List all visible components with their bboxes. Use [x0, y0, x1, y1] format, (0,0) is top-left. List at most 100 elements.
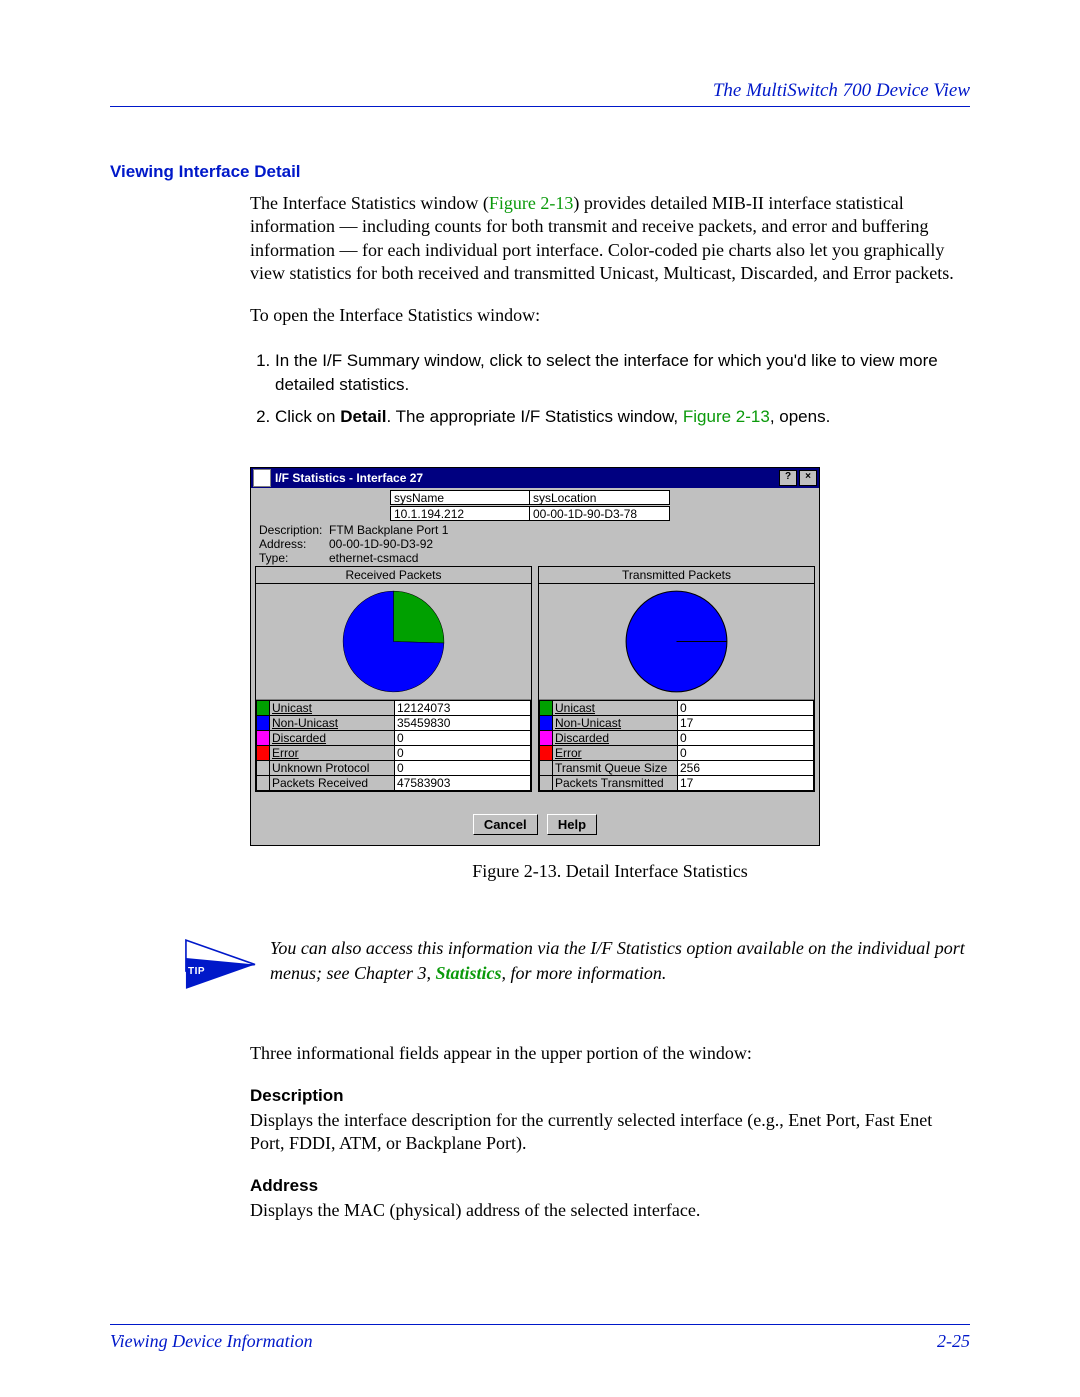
received-pie-chart — [341, 589, 446, 694]
section-heading: Viewing Interface Detail — [110, 162, 970, 182]
paragraph-fields: Three informational fields appear in the… — [250, 1042, 970, 1065]
stat-label: Discarded — [270, 731, 395, 746]
color-swatch — [540, 701, 553, 716]
table-row: Non-Unicast35459830 — [257, 716, 531, 731]
stat-value: 0 — [678, 746, 814, 761]
address-value: 00-00-1D-90-D3-92 — [329, 537, 433, 551]
color-swatch — [540, 731, 553, 746]
help-icon[interactable]: ? — [779, 470, 797, 486]
table-row: Discarded0 — [257, 731, 531, 746]
step-item: In the I/F Summary window, click to sele… — [275, 345, 970, 401]
table-row: Unicast0 — [540, 701, 814, 716]
step-item: Click on Detail. The appropriate I/F Sta… — [275, 401, 970, 433]
stat-value: 256 — [678, 761, 814, 776]
stat-label: Transmit Queue Size — [553, 761, 678, 776]
color-swatch — [257, 761, 270, 776]
color-swatch — [540, 761, 553, 776]
stat-label: Packets Transmitted — [553, 776, 678, 791]
table-row: Non-Unicast17 — [540, 716, 814, 731]
paragraph-open: To open the Interface Statistics window: — [250, 304, 970, 327]
table-row: Transmit Queue Size256 — [540, 761, 814, 776]
text: , opens. — [770, 407, 831, 426]
color-swatch — [257, 716, 270, 731]
footer-left: Viewing Device Information — [110, 1331, 313, 1352]
window-title: I/F Statistics - Interface 27 — [275, 471, 779, 485]
stat-label: Error — [270, 746, 395, 761]
stat-label: Unicast — [553, 701, 678, 716]
transmitted-stats-table: Unicast0Non-Unicast17Discarded0Error0Tra… — [539, 700, 814, 791]
color-swatch — [257, 701, 270, 716]
table-row: Error0 — [257, 746, 531, 761]
received-packets-panel: Received Packets Unicast12124073Non-Unic… — [255, 566, 532, 792]
stat-label: Unicast — [270, 701, 395, 716]
syslocation-label: sysLocation — [530, 490, 670, 505]
tip-text: , for more information. — [502, 963, 667, 983]
color-swatch — [257, 731, 270, 746]
address-heading: Address — [250, 1176, 970, 1196]
table-row: Packets Transmitted17 — [540, 776, 814, 791]
color-swatch — [540, 746, 553, 761]
table-row: Unknown Protocol0 — [257, 761, 531, 776]
color-swatch — [257, 776, 270, 791]
text: . The appropriate I/F Statistics window, — [386, 407, 682, 426]
text: The Interface Statistics window ( — [250, 193, 489, 213]
tip-icon: TIP — [180, 932, 270, 1002]
transmitted-packets-panel: Transmitted Packets Unicast0Non-Unicast1… — [538, 566, 815, 792]
help-button[interactable]: Help — [547, 814, 597, 835]
stat-value: 0 — [395, 761, 531, 776]
mac-value: 00-00-1D-90-D3-78 — [530, 506, 670, 521]
bold-text: Detail — [340, 407, 386, 426]
ip-value: 10.1.194.212 — [390, 506, 530, 521]
type-label: Type: — [259, 551, 329, 565]
statistics-link[interactable]: Statistics — [435, 963, 501, 983]
description-label: Description: — [259, 523, 329, 537]
stat-label: Discarded — [553, 731, 678, 746]
close-icon[interactable]: × — [799, 470, 817, 486]
stat-label: Non-Unicast — [553, 716, 678, 731]
stat-label: Packets Received — [270, 776, 395, 791]
address-body: Displays the MAC (physical) address of t… — [250, 1199, 970, 1222]
stat-value: 17 — [678, 776, 814, 791]
table-row: Error0 — [540, 746, 814, 761]
received-stats-table: Unicast12124073Non-Unicast35459830Discar… — [256, 700, 531, 791]
stat-value: 12124073 — [395, 701, 531, 716]
panel-title: Transmitted Packets — [539, 567, 814, 584]
stat-value: 0 — [395, 746, 531, 761]
cancel-button[interactable]: Cancel — [473, 814, 538, 835]
panel-title: Received Packets — [256, 567, 531, 584]
sysname-label: sysName — [390, 490, 530, 505]
figure-caption: Figure 2-13. Detail Interface Statistics — [250, 861, 970, 882]
tip-label: TIP — [188, 966, 205, 977]
color-swatch — [540, 716, 553, 731]
stat-value: 0 — [678, 731, 814, 746]
stat-label: Non-Unicast — [270, 716, 395, 731]
description-value: FTM Backplane Port 1 — [329, 523, 448, 537]
type-value: ethernet-csmacd — [329, 551, 418, 565]
table-row: Unicast12124073 — [257, 701, 531, 716]
steps-list: In the I/F Summary window, click to sele… — [250, 345, 970, 432]
app-icon — [253, 469, 271, 487]
figure-ref-link[interactable]: Figure 2-13 — [489, 193, 574, 213]
address-label: Address: — [259, 537, 329, 551]
text: Click on — [275, 407, 340, 426]
stat-value: 47583903 — [395, 776, 531, 791]
if-statistics-dialog: I/F Statistics - Interface 27 ? × sysNam… — [250, 467, 820, 846]
table-row: Packets Received47583903 — [257, 776, 531, 791]
stat-value: 0 — [395, 731, 531, 746]
color-swatch — [540, 776, 553, 791]
transmitted-pie-chart — [624, 589, 729, 694]
page-number: 2-25 — [937, 1331, 970, 1352]
titlebar[interactable]: I/F Statistics - Interface 27 ? × — [251, 468, 819, 488]
description-body: Displays the interface description for t… — [250, 1109, 970, 1156]
page-header: The MultiSwitch 700 Device View — [110, 80, 970, 107]
stat-value: 35459830 — [395, 716, 531, 731]
stat-label: Unknown Protocol — [270, 761, 395, 776]
page-footer: Viewing Device Information 2-25 — [110, 1324, 970, 1352]
stat-value: 17 — [678, 716, 814, 731]
table-row: Discarded0 — [540, 731, 814, 746]
stat-value: 0 — [678, 701, 814, 716]
description-heading: Description — [250, 1086, 970, 1106]
stat-label: Error — [553, 746, 678, 761]
tip-block: TIP You can also access this information… — [180, 932, 970, 1002]
figure-ref-link[interactable]: Figure 2-13 — [683, 407, 770, 426]
